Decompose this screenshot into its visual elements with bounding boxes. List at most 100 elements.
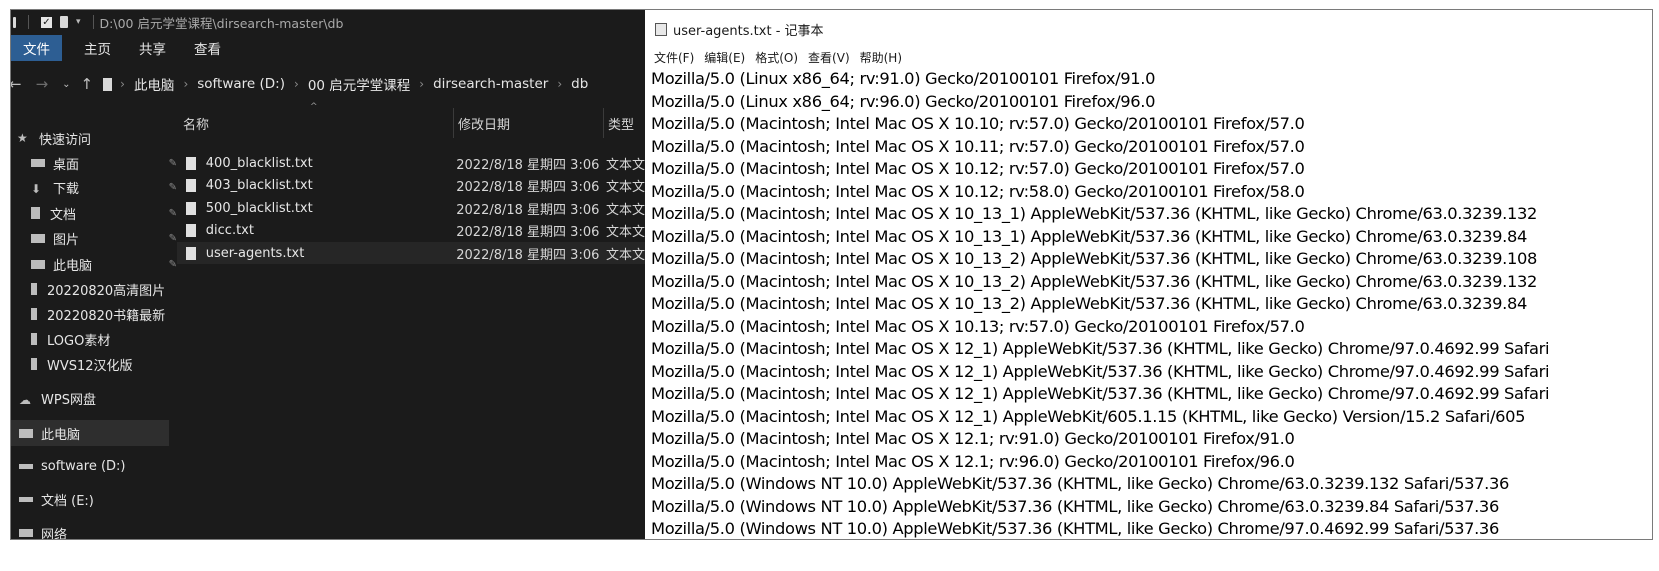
file-list: ^ 名称 修改日期 类型 400_blacklist.txt 2022/8/18… bbox=[177, 102, 645, 539]
folder-icon bbox=[31, 333, 37, 345]
text-file-icon bbox=[186, 223, 196, 237]
file-date: 2022/8/18 星期四 3:06 bbox=[456, 247, 600, 263]
sidebar-item-wvs12[interactable]: WVS12汉化版 bbox=[11, 353, 181, 375]
text-line: Mozilla/5.0 (Windows NT 10.0) AppleWebKi… bbox=[651, 474, 1509, 493]
tab-share[interactable]: 共享 bbox=[125, 38, 180, 58]
sidebar-item-downloads[interactable]: ⬇ 下载 ✎ bbox=[11, 176, 181, 198]
picture-icon bbox=[31, 233, 45, 243]
sidebar-item-label: 下载 bbox=[53, 181, 80, 197]
properties-check-icon[interactable]: ✓ bbox=[41, 16, 52, 28]
file-row[interactable]: dicc.txt 2022/8/18 星期四 3:06 文本文 bbox=[177, 219, 645, 241]
sidebar-item-desktop[interactable]: 桌面 ✎ bbox=[11, 152, 181, 174]
breadcrumb-db[interactable]: db bbox=[571, 76, 588, 92]
column-header-date[interactable]: 修改日期 bbox=[458, 108, 602, 138]
file-row[interactable]: 400_blacklist.txt 2022/8/18 星期四 3:06 文本文 bbox=[177, 152, 645, 174]
window-icon bbox=[13, 16, 16, 28]
text-line: Mozilla/5.0 (Linux x86_64; rv:96.0) Geck… bbox=[651, 91, 1156, 111]
text-line: Mozilla/5.0 (Macintosh; Intel Mac OS X 1… bbox=[651, 294, 1528, 313]
tab-view[interactable]: 查看 bbox=[180, 38, 235, 58]
sidebar-item-hd-pictures[interactable]: 20220820高清图片 bbox=[11, 278, 181, 300]
pin-icon[interactable]: ✎ bbox=[169, 259, 177, 270]
menu-format[interactable]: 格式(O) bbox=[755, 49, 798, 66]
breadcrumb[interactable]: › 此电脑 › software (D:) › 00 启元学堂课程 › dirs… bbox=[103, 74, 588, 94]
sidebar-item-quick-access[interactable]: ★ 快速访问 bbox=[11, 127, 167, 149]
file-name: user-agents.txt bbox=[205, 245, 305, 261]
ribbon-tabs: 文件 主页 共享 查看 bbox=[11, 35, 645, 61]
text-line: Mozilla/5.0 (Macintosh; Intel Mac OS X 1… bbox=[651, 451, 1295, 471]
sidebar-item-books[interactable]: 20220820书籍最新 bbox=[11, 303, 181, 325]
breadcrumb-software-d[interactable]: software (D:) bbox=[197, 76, 285, 92]
pin-icon[interactable]: ✎ bbox=[169, 182, 177, 193]
document-icon bbox=[31, 207, 40, 219]
sidebar-item-logo-assets[interactable]: LOGO素材 bbox=[11, 328, 181, 350]
sidebar-item-label: 网络 bbox=[41, 527, 68, 540]
sidebar-item-this-pc-pinned[interactable]: 此电脑 ✎ bbox=[11, 253, 181, 275]
sidebar-item-wps-cloud[interactable]: ☁ WPS网盘 bbox=[11, 387, 169, 409]
cloud-icon: ☁ bbox=[19, 392, 31, 407]
sidebar-item-label: software (D:) bbox=[41, 458, 126, 474]
file-row[interactable]: 403_blacklist.txt 2022/8/18 星期四 3:06 文本文 bbox=[177, 174, 645, 196]
customize-dropdown-icon[interactable]: ▾ bbox=[76, 17, 81, 27]
sidebar-item-label: WPS网盘 bbox=[41, 392, 96, 408]
file-type: 文本文 bbox=[605, 179, 645, 195]
file-type: 文本文 bbox=[605, 202, 645, 218]
notepad-text-area[interactable]: Mozilla/5.0 (Linux x86_64; rv:91.0) Geck… bbox=[651, 68, 1652, 539]
sidebar-item-documents[interactable]: 文档 ✎ bbox=[11, 202, 181, 224]
file-row-selected[interactable]: user-agents.txt 2022/8/18 星期四 3:06 文本文 bbox=[177, 242, 645, 264]
breadcrumb-separator-icon[interactable]: › bbox=[120, 77, 125, 91]
folder-icon bbox=[103, 77, 113, 91]
breadcrumb-separator-icon[interactable]: › bbox=[183, 77, 188, 91]
sidebar-item-software-d[interactable]: software (D:) bbox=[11, 455, 169, 477]
sidebar-item-documents-e[interactable]: 文档 (E:) bbox=[11, 488, 169, 510]
forward-arrow-icon[interactable]: → bbox=[36, 75, 49, 93]
notepad-icon bbox=[655, 22, 667, 36]
sidebar-item-network[interactable]: 网络 bbox=[11, 522, 169, 539]
text-line: Mozilla/5.0 (Windows NT 10.0) AppleWebKi… bbox=[651, 496, 1499, 516]
text-line: Mozilla/5.0 (Macintosh; Intel Mac OS X 1… bbox=[651, 159, 1305, 178]
text-line: Mozilla/5.0 (Macintosh; Intel Mac OS X 1… bbox=[651, 429, 1295, 448]
column-header-type[interactable]: 类型 bbox=[608, 108, 645, 138]
file-name: dicc.txt bbox=[205, 222, 254, 238]
text-line: Mozilla/5.0 (Macintosh; Intel Mac OS X 1… bbox=[651, 181, 1305, 201]
breadcrumb-dirsearch-master[interactable]: dirsearch-master bbox=[433, 76, 548, 92]
pin-icon[interactable]: ✎ bbox=[169, 233, 177, 244]
back-arrow-icon[interactable]: ← bbox=[11, 75, 22, 93]
address-bar-row: ← → ⌄ ↑ › 此电脑 › software (D:) › 00 启元学堂课… bbox=[11, 70, 645, 98]
file-explorer-window: ✓ ▾ D:\00 启元学堂课程\dirsearch-master\db 文件 … bbox=[11, 10, 645, 539]
breadcrumb-separator-icon[interactable]: › bbox=[419, 77, 424, 91]
notepad-title: user-agents.txt - 记事本 bbox=[673, 23, 824, 39]
breadcrumb-separator-icon[interactable]: › bbox=[557, 77, 562, 91]
column-header-name[interactable]: 名称 bbox=[183, 108, 453, 138]
quick-access-toolbar: ✓ ▾ bbox=[11, 15, 98, 29]
text-line: Mozilla/5.0 (Macintosh; Intel Mac OS X 1… bbox=[651, 361, 1550, 381]
tab-home[interactable]: 主页 bbox=[62, 38, 125, 58]
explorer-title-bar: ✓ ▾ D:\00 启元学堂课程\dirsearch-master\db bbox=[11, 10, 645, 34]
up-arrow-icon[interactable]: ↑ bbox=[81, 75, 94, 93]
menu-file[interactable]: 文件(F) bbox=[654, 49, 694, 66]
text-file-icon bbox=[186, 178, 196, 192]
tab-file[interactable]: 文件 bbox=[11, 35, 62, 61]
sidebar-item-pictures[interactable]: 图片 ✎ bbox=[11, 227, 181, 249]
sidebar-item-label: 桌面 bbox=[53, 157, 80, 173]
column-divider[interactable] bbox=[453, 108, 454, 138]
breadcrumb-course-folder[interactable]: 00 启元学堂课程 bbox=[308, 74, 410, 94]
new-folder-icon[interactable] bbox=[60, 16, 68, 28]
text-line: Mozilla/5.0 (Macintosh; Intel Mac OS X 1… bbox=[651, 316, 1305, 336]
menu-edit[interactable]: 编辑(E) bbox=[704, 49, 745, 66]
sidebar-item-label: WVS12汉化版 bbox=[47, 358, 133, 374]
file-row[interactable]: 500_blacklist.txt 2022/8/18 星期四 3:06 文本文 bbox=[177, 197, 645, 219]
menu-view[interactable]: 查看(V) bbox=[808, 49, 850, 66]
pin-icon[interactable]: ✎ bbox=[169, 208, 177, 219]
sidebar-item-this-pc[interactable]: 此电脑 bbox=[11, 420, 169, 446]
column-divider[interactable] bbox=[603, 108, 604, 138]
pin-icon[interactable]: ✎ bbox=[169, 158, 177, 169]
text-line: Mozilla/5.0 (Macintosh; Intel Mac OS X 1… bbox=[651, 136, 1305, 156]
breadcrumb-separator-icon[interactable]: › bbox=[294, 77, 299, 91]
menu-help[interactable]: 帮助(H) bbox=[860, 49, 902, 66]
breadcrumb-this-pc[interactable]: 此电脑 bbox=[134, 74, 175, 94]
file-name: 403_blacklist.txt bbox=[205, 177, 313, 193]
computer-icon bbox=[19, 428, 33, 438]
screenshot-frame: ✓ ▾ D:\00 启元学堂课程\dirsearch-master\db 文件 … bbox=[10, 9, 1653, 540]
recent-locations-chevron-icon[interactable]: ⌄ bbox=[62, 79, 70, 90]
file-type: 文本文 bbox=[605, 157, 645, 173]
